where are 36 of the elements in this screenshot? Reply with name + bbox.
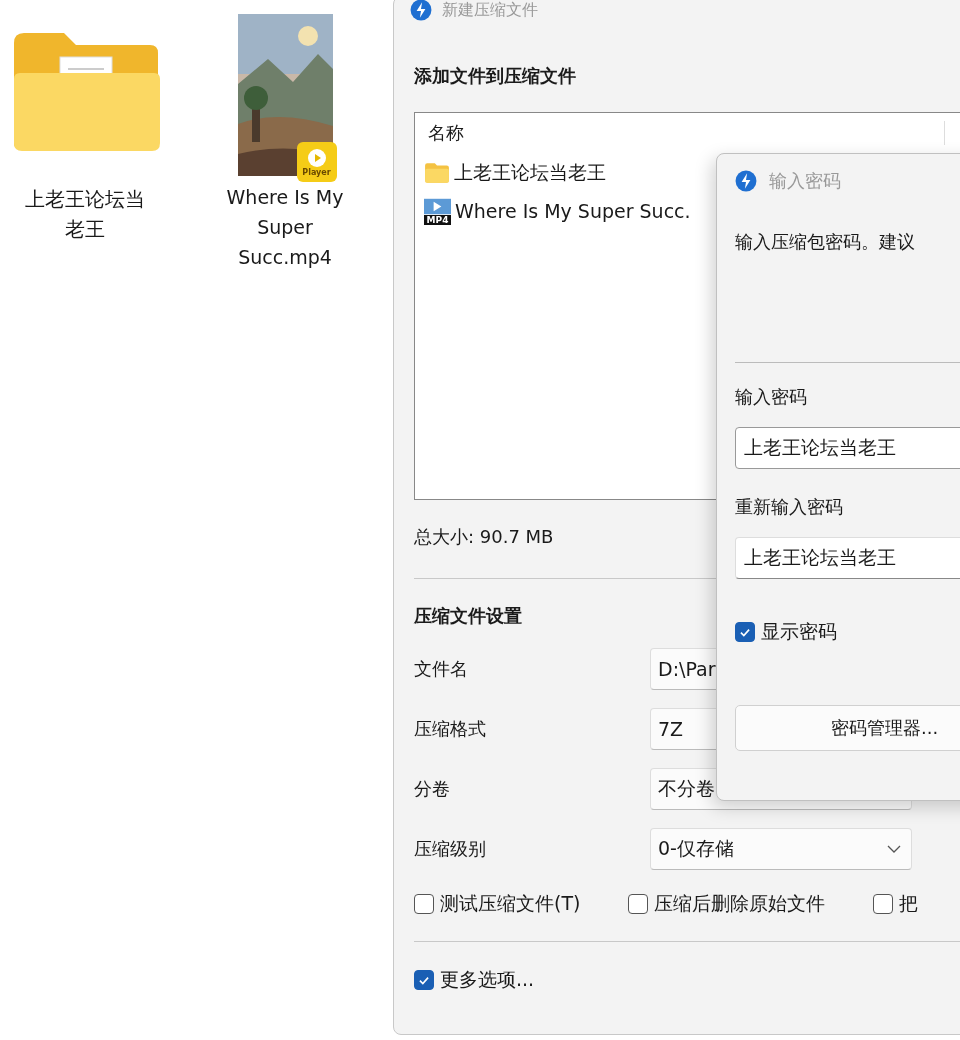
checkbox[interactable]	[735, 622, 755, 642]
folder-icon	[424, 162, 450, 184]
dialog-description: 输入压缩包密码。建议	[735, 230, 916, 254]
checkbox[interactable]	[414, 970, 434, 990]
checkbox-label[interactable]: 更多选项...	[440, 967, 535, 993]
password-field[interactable]: 上老王论坛当老王	[735, 537, 960, 579]
setting-label: 分卷	[414, 777, 451, 801]
checkbox-label[interactable]: 测试压缩文件(T)	[440, 891, 581, 917]
file-name[interactable]: 上老王论坛当老王	[17, 184, 153, 244]
field-label: 重新输入密码	[735, 495, 844, 519]
total-size: 总大小: 90.7 MB	[414, 525, 555, 549]
setting-label: 压缩格式	[414, 717, 487, 741]
password-manager-button[interactable]: 密码管理器...	[735, 705, 960, 751]
file-name[interactable]: Where Is My Super Succ.mp4	[205, 182, 365, 272]
window-title: 新建压缩文件	[442, 0, 538, 21]
column-header[interactable]: 名称	[428, 121, 945, 145]
setting-label: 压缩级别	[414, 837, 487, 861]
field-label: 输入密码	[735, 385, 808, 409]
password-field[interactable]: 上老王论坛当老王	[735, 427, 960, 469]
checkbox[interactable]	[628, 894, 649, 914]
play-icon	[306, 147, 327, 168]
dropdown[interactable]: 0-仅存储	[650, 828, 912, 870]
badge-label: Player	[302, 167, 331, 177]
list-item[interactable]: 上老王论坛当老王	[454, 160, 606, 186]
window-title: 输入密码	[769, 169, 841, 193]
checkbox-label[interactable]: 压缩后删除原始文件	[654, 891, 826, 917]
checkbox-label[interactable]: 显示密码	[761, 619, 837, 645]
chevron-icon	[887, 845, 901, 853]
section-heading: 压缩文件设置	[414, 604, 522, 628]
checkbox-label[interactable]: 把	[899, 891, 919, 917]
checkbox[interactable]	[873, 894, 894, 914]
checkbox[interactable]	[414, 894, 434, 914]
section-heading: 添加文件到压缩文件	[414, 64, 576, 88]
setting-label: 文件名	[414, 657, 469, 681]
list-item[interactable]: Where Is My Super Succ.	[455, 200, 691, 222]
app-icon	[735, 170, 757, 192]
